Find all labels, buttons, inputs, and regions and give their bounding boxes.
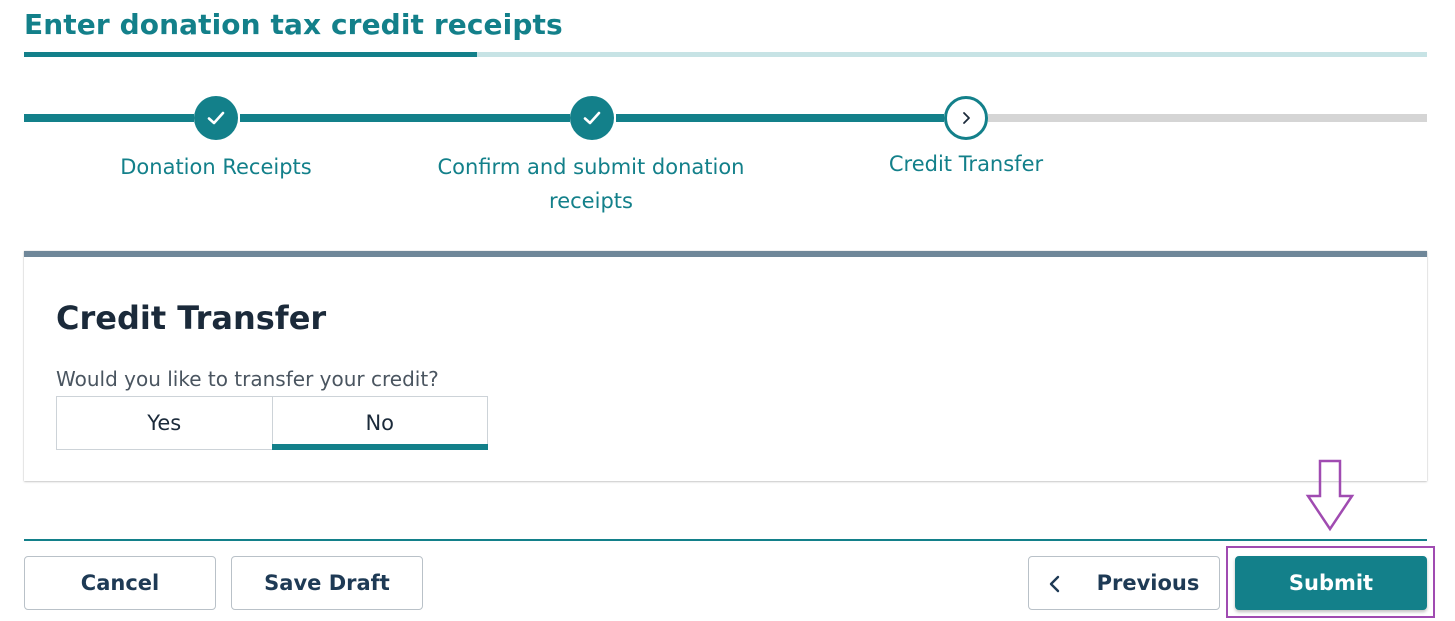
card-title: Credit Transfer <box>56 299 327 337</box>
progress-stepper: Donation Receipts Confirm and submit don… <box>0 0 1455 230</box>
step-label-credit-transfer[interactable]: Credit Transfer <box>856 147 1076 181</box>
step-connector <box>616 114 944 122</box>
chevron-left-icon <box>1049 575 1060 593</box>
option-yes-button[interactable]: Yes <box>57 397 272 449</box>
step-connector-remaining <box>988 114 1427 122</box>
option-no-button[interactable]: No <box>271 397 488 450</box>
credit-transfer-card: Credit Transfer Would you like to transf… <box>24 251 1427 481</box>
submit-button[interactable]: Submit <box>1235 556 1427 610</box>
previous-button[interactable]: Previous <box>1028 556 1220 610</box>
step-label-confirm-submit[interactable]: Confirm and submit donation receipts <box>430 150 752 218</box>
step-1-completed-icon[interactable] <box>194 96 238 140</box>
step-3-current-icon[interactable] <box>944 96 988 140</box>
transfer-choice-toggle: Yes No <box>56 396 488 450</box>
step-label-donation-receipts[interactable]: Donation Receipts <box>86 150 346 184</box>
previous-button-label: Previous <box>1096 571 1200 595</box>
footer-divider <box>24 539 1427 541</box>
step-2-completed-icon[interactable] <box>570 96 614 140</box>
save-draft-button[interactable]: Save Draft <box>231 556 423 610</box>
chevron-right-icon <box>963 112 970 124</box>
transfer-question-label: Would you like to transfer your credit? <box>56 367 439 391</box>
step-connector <box>240 114 570 122</box>
cancel-button[interactable]: Cancel <box>24 556 216 610</box>
check-icon <box>207 111 225 125</box>
down-arrow-icon <box>1305 459 1355 532</box>
step-connector <box>24 114 194 122</box>
check-icon <box>583 111 601 125</box>
